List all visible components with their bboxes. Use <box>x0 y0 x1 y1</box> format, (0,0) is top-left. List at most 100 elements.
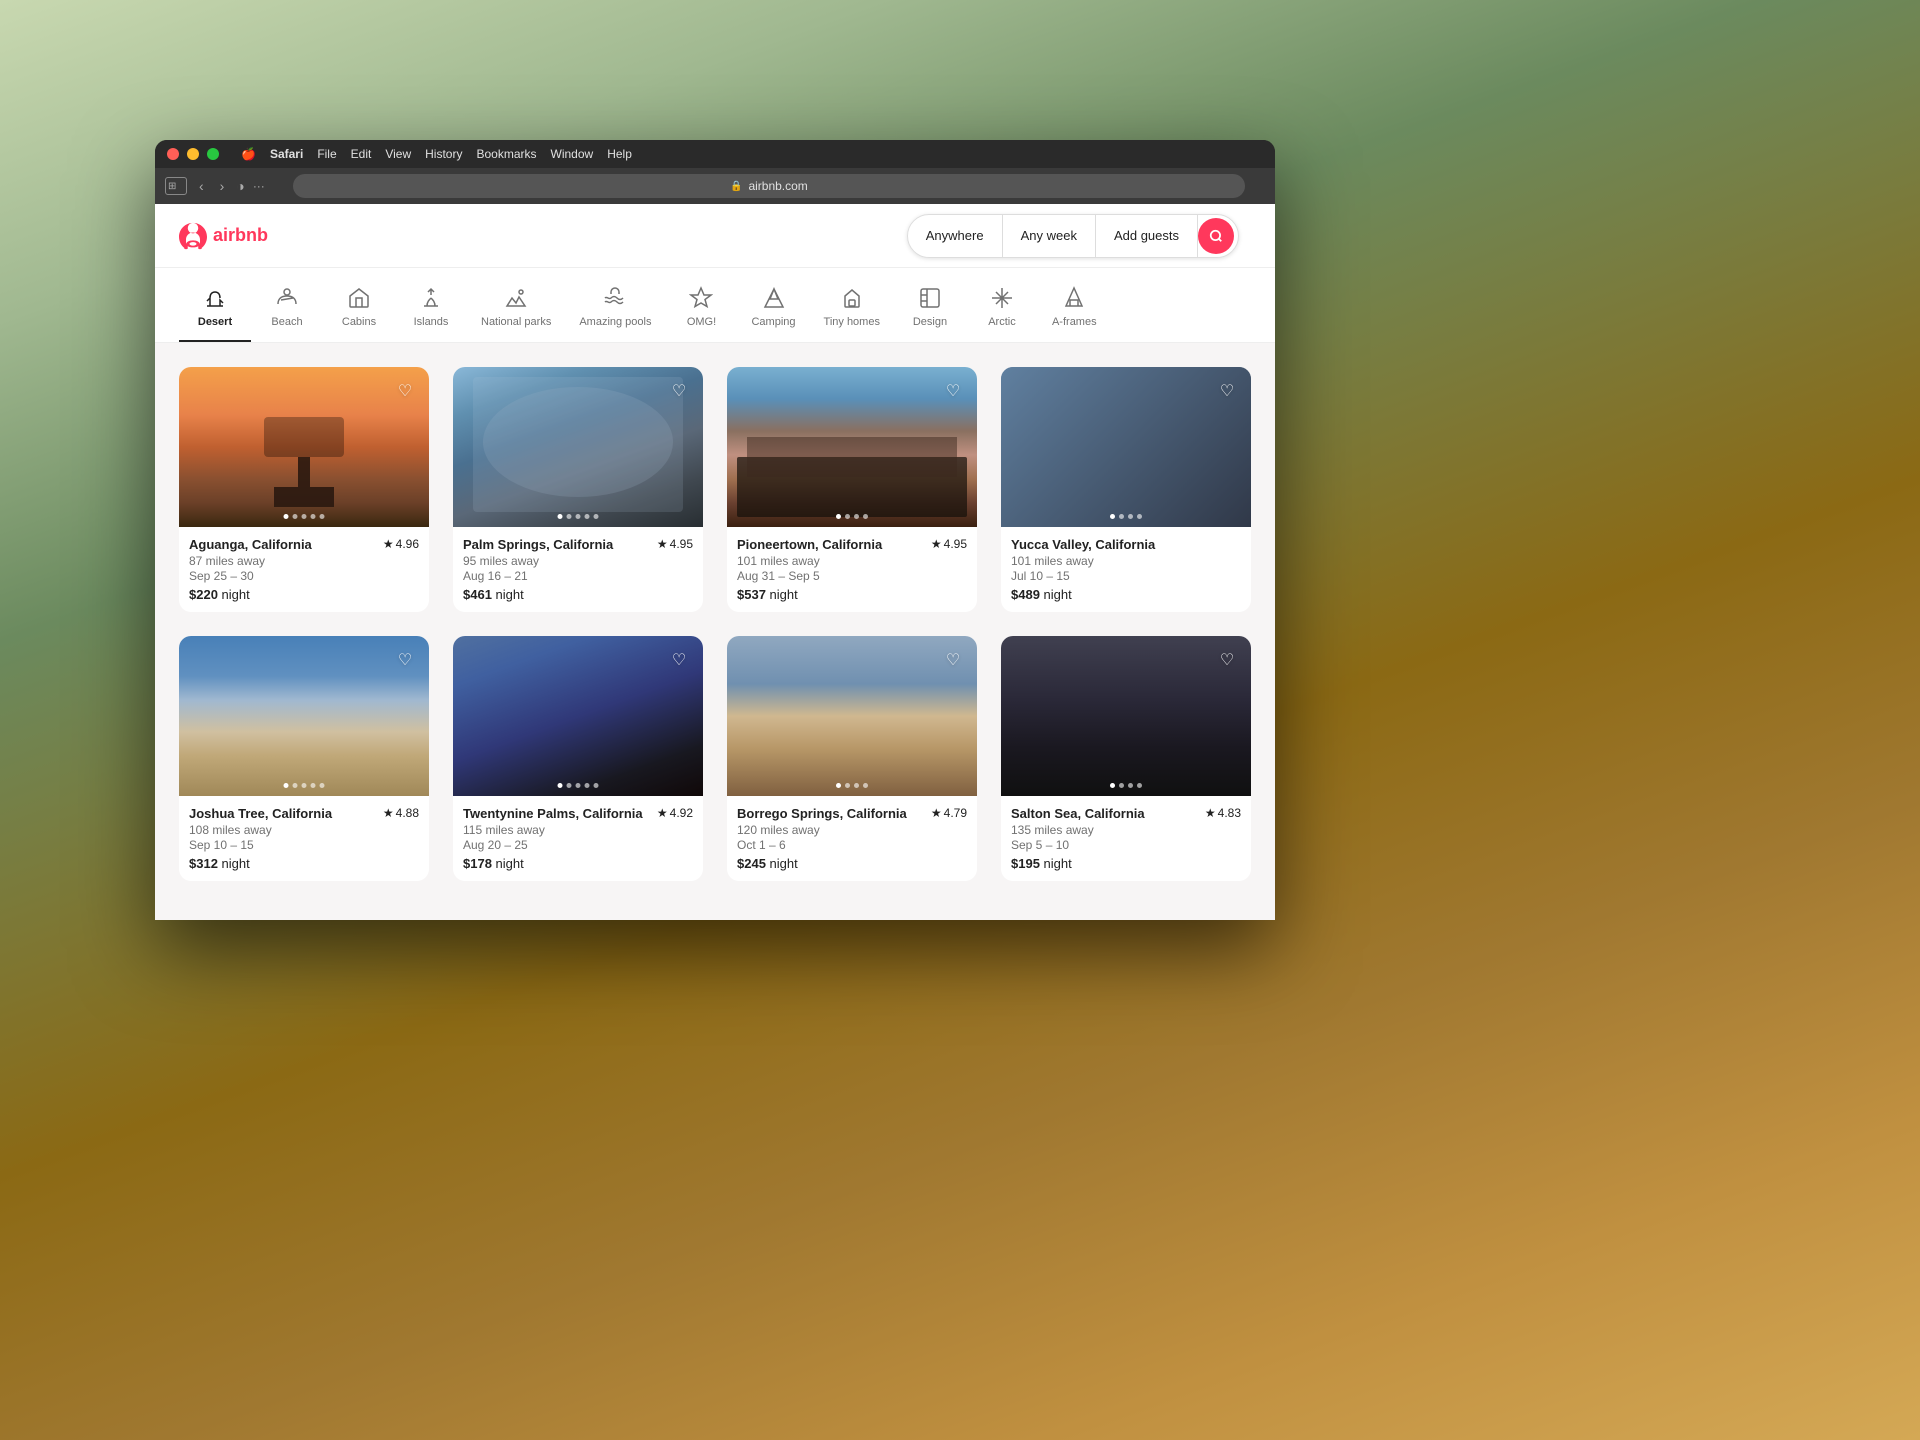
listing-price-7: $245 night <box>737 856 967 871</box>
category-islands-label: Islands <box>414 316 449 328</box>
forward-button[interactable]: › <box>216 176 229 196</box>
listing-location-4: Yucca Valley, California <box>1011 537 1155 552</box>
file-menu[interactable]: File <box>311 145 342 163</box>
category-navigation: Desert Beach Cabins Island <box>155 268 1275 343</box>
listing-rating-8: ★ 4.83 <box>1205 806 1241 820</box>
wishlist-button-8[interactable]: ♡ <box>1213 646 1241 674</box>
category-design[interactable]: Design <box>894 276 966 342</box>
category-beach[interactable]: Beach <box>251 276 323 342</box>
listing-rating-5: ★ 4.88 <box>383 806 419 820</box>
listing-image-4: ♡ <box>1001 367 1251 527</box>
address-bar[interactable]: 🔒 airbnb.com <box>293 174 1245 198</box>
view-menu[interactable]: View <box>379 145 417 163</box>
edit-menu[interactable]: Edit <box>345 145 378 163</box>
category-islands[interactable]: Islands <box>395 276 467 342</box>
history-menu[interactable]: History <box>419 145 468 163</box>
category-cabins-label: Cabins <box>342 316 376 328</box>
safari-menu[interactable]: Safari <box>264 145 309 163</box>
category-arctic[interactable]: Arctic <box>966 276 1038 342</box>
listing-card-4[interactable]: ♡ Yucca Valley, California 101 miles awa… <box>1001 367 1251 612</box>
close-button[interactable] <box>167 148 179 160</box>
image-dots-6 <box>558 783 599 788</box>
category-tiny-homes[interactable]: Tiny homes <box>810 276 894 342</box>
listing-info-1: Aguanga, California ★ 4.96 87 miles away… <box>179 527 429 612</box>
wishlist-button-1[interactable]: ♡ <box>391 377 419 405</box>
category-cabins[interactable]: Cabins <box>323 276 395 342</box>
category-tiny-homes-label: Tiny homes <box>824 316 880 328</box>
wishlist-button-7[interactable]: ♡ <box>939 646 967 674</box>
browser-content: airbnb Anywhere Any week Add guests <box>155 204 1275 920</box>
listing-image-3: ♡ <box>727 367 977 527</box>
category-national-parks[interactable]: National parks <box>467 276 565 342</box>
category-camping[interactable]: Camping <box>737 276 809 342</box>
listing-card-7[interactable]: ♡ Borrego Springs, California ★ 4.79 120… <box>727 636 977 881</box>
window-menu[interactable]: Window <box>545 145 600 163</box>
listing-info-3: Pioneertown, California ★ 4.95 101 miles… <box>727 527 977 612</box>
image-dots-7 <box>836 783 868 788</box>
wishlist-button-5[interactable]: ♡ <box>391 646 419 674</box>
image-dots-8 <box>1110 783 1142 788</box>
listing-card-6[interactable]: ♡ Twentynine Palms, California ★ 4.92 11… <box>453 636 703 881</box>
listing-rating-7: ★ 4.79 <box>931 806 967 820</box>
wishlist-button-6[interactable]: ♡ <box>665 646 693 674</box>
listing-rating-2: ★ 4.95 <box>657 537 693 551</box>
search-bar[interactable]: Anywhere Any week Add guests <box>907 214 1239 258</box>
listing-card-5[interactable]: ♡ Joshua Tree, California ★ 4.88 108 mil… <box>179 636 429 881</box>
listing-card-1[interactable]: ♡ Aguanga, California ★ 4.96 87 miles aw… <box>179 367 429 612</box>
airbnb-wordmark: airbnb <box>213 225 268 246</box>
fullscreen-button[interactable] <box>207 148 219 160</box>
listing-price-3: $537 night <box>737 587 967 602</box>
tiny-homes-icon <box>840 284 864 312</box>
bookmarks-menu[interactable]: Bookmarks <box>470 145 542 163</box>
category-a-frames-label: A-frames <box>1052 316 1097 328</box>
search-submit-button[interactable] <box>1198 218 1234 254</box>
wishlist-button-3[interactable]: ♡ <box>939 377 967 405</box>
listing-dates-6: Aug 20 – 25 <box>463 838 693 852</box>
privacy-icon: ◑ <box>236 178 244 194</box>
add-guests-button[interactable]: Add guests <box>1096 215 1198 257</box>
any-week-button[interactable]: Any week <box>1003 215 1096 257</box>
listing-price-4: $489 night <box>1011 587 1241 602</box>
apple-menu[interactable]: 🍎 <box>235 145 262 163</box>
listing-card-8[interactable]: ♡ Salton Sea, California ★ 4.83 135 mile… <box>1001 636 1251 881</box>
category-omg[interactable]: OMG! <box>665 276 737 342</box>
ssl-lock-icon: 🔒 <box>730 181 742 192</box>
listing-price-5: $312 night <box>189 856 419 871</box>
listing-location-7: Borrego Springs, California <box>737 806 907 821</box>
category-amazing-pools[interactable]: Amazing pools <box>565 276 665 342</box>
anywhere-button[interactable]: Anywhere <box>908 215 1003 257</box>
listing-location-5: Joshua Tree, California <box>189 806 332 821</box>
airbnb-logo-icon <box>179 222 207 250</box>
islands-icon <box>419 284 443 312</box>
category-omg-label: OMG! <box>687 316 716 328</box>
listing-distance-1: 87 miles away <box>189 554 419 568</box>
wishlist-button-4[interactable]: ♡ <box>1213 377 1241 405</box>
mac-menubar: 🍎 Safari File Edit View History Bookmark… <box>155 140 1275 168</box>
listing-distance-7: 120 miles away <box>737 823 967 837</box>
listing-card-2[interactable]: ♡ Palm Springs, California ★ 4.95 95 mil… <box>453 367 703 612</box>
design-icon <box>918 284 942 312</box>
listings-grid: ♡ Aguanga, California ★ 4.96 87 miles aw… <box>155 343 1275 905</box>
listing-dates-1: Sep 25 – 30 <box>189 569 419 583</box>
image-dots-3 <box>836 514 868 519</box>
category-desert[interactable]: Desert <box>179 276 251 342</box>
listing-distance-8: 135 miles away <box>1011 823 1241 837</box>
sidebar-toggle[interactable]: ⊞ <box>165 177 187 195</box>
category-beach-label: Beach <box>271 316 302 328</box>
search-icon <box>1209 229 1223 243</box>
listing-price-2: $461 night <box>463 587 693 602</box>
listing-rating-1: ★ 4.96 <box>383 537 419 551</box>
listing-image-7: ♡ <box>727 636 977 796</box>
airbnb-logo[interactable]: airbnb <box>179 222 268 250</box>
listing-info-2: Palm Springs, California ★ 4.95 95 miles… <box>453 527 703 612</box>
image-dots-5 <box>284 783 325 788</box>
help-menu[interactable]: Help <box>601 145 638 163</box>
back-button[interactable]: ‹ <box>195 176 208 196</box>
category-design-label: Design <box>913 316 947 328</box>
wishlist-button-2[interactable]: ♡ <box>665 377 693 405</box>
listing-card-3[interactable]: ♡ Pioneertown, California ★ 4.95 101 mil… <box>727 367 977 612</box>
category-a-frames[interactable]: A-frames <box>1038 276 1111 342</box>
beach-icon <box>275 284 299 312</box>
listing-distance-6: 115 miles away <box>463 823 693 837</box>
minimize-button[interactable] <box>187 148 199 160</box>
